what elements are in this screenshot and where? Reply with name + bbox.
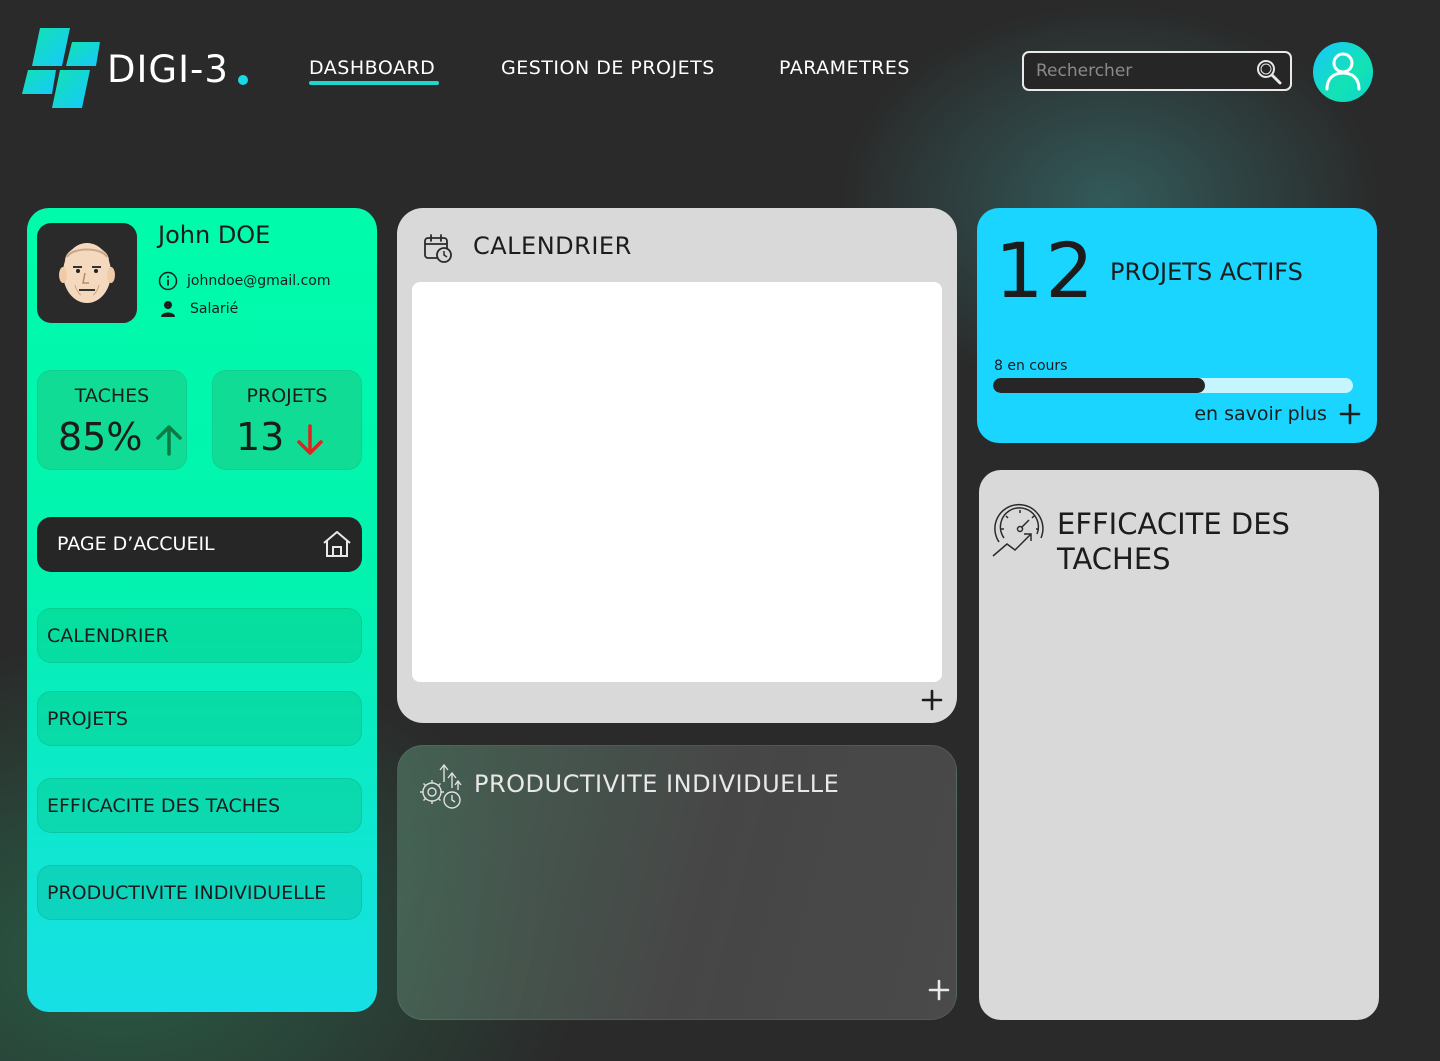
profile-role-row: Salarié — [158, 299, 238, 319]
nav-gestion-de-projets[interactable]: GESTION DE PROJETS — [501, 57, 715, 79]
projets-actifs-count: 12 — [995, 226, 1096, 315]
info-icon — [158, 271, 178, 291]
avatar — [37, 223, 137, 323]
stat-taches[interactable]: TACHES 85% — [37, 370, 187, 470]
calendar-card: CALENDRIER — [397, 208, 957, 723]
gear-growth-icon — [420, 763, 462, 809]
brand-name: DIGI-3 — [107, 48, 229, 91]
calendar-clock-icon — [424, 234, 452, 263]
progress-bar-fill — [993, 378, 1206, 393]
nav-parametres[interactable]: PARAMETRES — [779, 57, 910, 79]
brand-dot — [238, 75, 248, 85]
sidebar-item-label: CALENDRIER — [47, 625, 169, 647]
search-icon[interactable] — [1256, 59, 1282, 85]
sidebar-item-label: EFFICACITE DES TACHES — [47, 795, 281, 817]
person-icon — [161, 301, 175, 317]
search-input[interactable] — [1036, 60, 1246, 82]
nav-dashboard[interactable]: DASHBOARD — [309, 57, 435, 79]
calendar-view[interactable] — [412, 282, 942, 682]
stat-projets-value: 13 — [236, 415, 285, 459]
plus-icon — [1339, 403, 1361, 424]
stat-projets[interactable]: PROJETS 13 — [212, 370, 362, 470]
projets-actifs-label: PROJETS ACTIFS — [1110, 258, 1303, 286]
profile-name: John DOE — [158, 221, 271, 249]
progress-bar — [993, 378, 1353, 393]
sidebar-item-label: PRODUCTIVITE INDIVIDUELLE — [47, 882, 327, 904]
avatar-face-icon — [59, 243, 115, 303]
sidebar-item-efficacite-des-taches[interactable]: EFFICACITE DES TACHES — [37, 778, 362, 833]
en-savoir-plus-label: en savoir plus — [1194, 402, 1327, 425]
logo-mark-icon — [22, 28, 100, 108]
profile-email-row: johndoe@gmail.com — [158, 271, 331, 291]
user-profile-button[interactable] — [1313, 42, 1373, 102]
en-savoir-plus-link[interactable]: en savoir plus — [1194, 402, 1361, 425]
productivite-card: PRODUCTIVITE INDIVIDUELLE — [397, 745, 957, 1020]
productivite-title: PRODUCTIVITE INDIVIDUELLE — [474, 770, 840, 798]
stat-taches-value: 85% — [58, 415, 143, 459]
sidebar-item-productivite-individuelle[interactable]: PRODUCTIVITE INDIVIDUELLE — [37, 865, 362, 920]
arrow-down-icon — [297, 424, 323, 455]
sidebar-item-projets[interactable]: PROJETS — [37, 691, 362, 746]
sidebar-item-label: PROJETS — [47, 708, 128, 730]
user-icon — [1325, 52, 1361, 91]
sidebar-panel: John DOE johndoe@gmail.com Salarié TACHE… — [27, 208, 377, 1012]
progress-label: 8 en cours — [994, 358, 1068, 374]
calendar-title: CALENDRIER — [473, 232, 632, 260]
arrow-up-icon — [156, 425, 182, 456]
sidebar-item-page-accueil[interactable]: PAGE D’ACCUEIL — [37, 517, 362, 572]
efficacite-card: EFFICACITE DES TACHES — [979, 470, 1379, 1020]
profile-role: Salarié — [190, 301, 239, 317]
home-icon — [323, 531, 351, 557]
add-calendar-event-button[interactable] — [920, 688, 944, 712]
speedometer-icon — [992, 503, 1044, 557]
projets-actifs-card: 12 PROJETS ACTIFS 8 en cours en savoir p… — [977, 208, 1377, 443]
add-productivite-button[interactable] — [927, 978, 951, 1002]
efficacite-title: EFFICACITE DES TACHES — [1057, 507, 1290, 576]
app-logo[interactable]: DIGI-3 — [22, 28, 262, 112]
sidebar-item-label: PAGE D’ACCUEIL — [57, 533, 215, 555]
stat-projets-label: PROJETS — [246, 385, 328, 407]
stat-taches-label: TACHES — [74, 385, 150, 407]
nav-active-indicator — [309, 81, 439, 85]
profile-email: johndoe@gmail.com — [187, 273, 331, 289]
sidebar-item-calendrier[interactable]: CALENDRIER — [37, 608, 362, 663]
search-box — [1022, 51, 1292, 91]
